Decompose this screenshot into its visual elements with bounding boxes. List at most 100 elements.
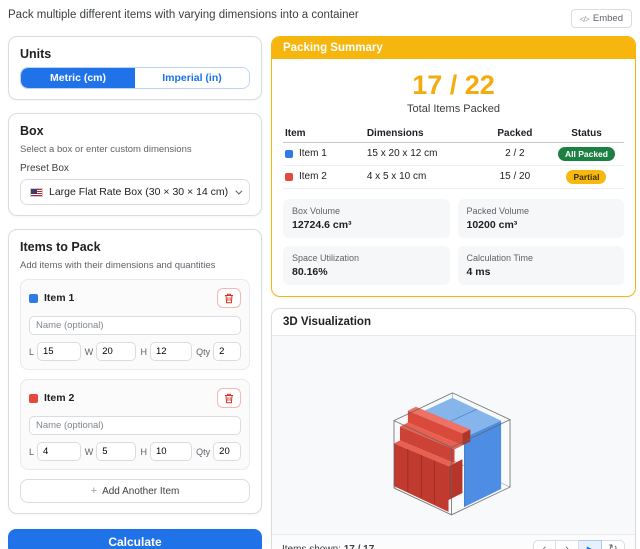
box-card: Box Select a box or enter custom dimensi… — [8, 113, 262, 216]
item1-delete-button[interactable] — [217, 288, 241, 308]
item2-name-input[interactable] — [29, 416, 241, 435]
height-label: H — [140, 347, 147, 357]
packing-calculator-page: Pack multiple different items with varyi… — [0, 0, 640, 549]
items-to-pack-card: Items to Pack Add items with their dimen… — [8, 229, 262, 514]
item1-qty-input[interactable] — [213, 342, 241, 361]
stat-packed-volume: Packed Volume 10200 cm³ — [458, 199, 625, 238]
units-card: Units Metric (cm) Imperial (in) — [8, 36, 262, 100]
add-another-item-label: Add Another Item — [102, 486, 179, 497]
row1-dimensions: 15 x 20 x 12 cm — [365, 142, 481, 165]
visualization-card: 3D Visualization — [271, 308, 636, 549]
embed-button[interactable]: </> Embed — [571, 9, 632, 28]
item2-title: Item 2 — [44, 392, 211, 404]
next-step-button[interactable]: › — [556, 540, 579, 549]
embed-button-label: Embed — [593, 13, 623, 24]
status-badge: Partial — [566, 170, 606, 184]
stat-value: 4 ms — [467, 266, 616, 278]
add-another-item-button[interactable]: + Add Another Item — [20, 479, 250, 503]
table-row: Item 1 15 x 20 x 12 cm 2 / 2 All Packed — [283, 142, 624, 165]
item2-color-swatch — [29, 394, 38, 403]
row1-item: Item 1 — [299, 148, 327, 159]
visualization-canvas[interactable] — [272, 336, 635, 534]
page-title: Pack multiple different items with varyi… — [8, 9, 359, 21]
items-shown-label: Items shown: — [282, 544, 341, 549]
item2-delete-button[interactable] — [217, 388, 241, 408]
imperial-toggle-button[interactable]: Imperial (in) — [135, 68, 249, 88]
packed-box-3d-render — [272, 336, 635, 534]
status-badge: All Packed — [558, 147, 615, 161]
packing-summary-header: Packing Summary — [272, 37, 635, 59]
box-title: Box — [20, 124, 250, 138]
item1-width-input[interactable] — [96, 342, 136, 361]
reset-view-button[interactable]: ↻ — [602, 540, 625, 549]
width-label: W — [85, 347, 94, 357]
plus-icon: + — [91, 485, 97, 497]
item1-title: Item 1 — [44, 292, 211, 304]
preset-box-label: Preset Box — [20, 163, 250, 174]
summary-table: Item Dimensions Packed Status Item 1 15 … — [283, 125, 624, 189]
stat-label: Space Utilization — [292, 253, 441, 263]
box-subtitle: Select a box or enter custom dimensions — [20, 144, 250, 155]
metric-toggle-button[interactable]: Metric (cm) — [21, 68, 135, 88]
item2-width-input[interactable] — [96, 442, 136, 461]
viz-controls: ‹ › ▶ ↻ — [533, 540, 625, 549]
preset-box-select[interactable]: Large Flat Rate Box (30 × 30 × 14 cm) — [20, 179, 250, 205]
items-subtitle: Add items with their dimensions and quan… — [20, 260, 250, 271]
us-flag-icon — [30, 188, 43, 197]
stat-value: 12724.6 cm³ — [292, 219, 441, 231]
length-label: L — [29, 347, 34, 357]
item1-name-input[interactable] — [29, 316, 241, 335]
width-label: W — [85, 447, 94, 457]
table-row: Item 2 4 x 5 x 10 cm 15 / 20 Partial — [283, 165, 624, 188]
item2-height-input[interactable] — [150, 442, 192, 461]
stat-label: Packed Volume — [467, 206, 616, 216]
item2-qty-input[interactable] — [213, 442, 241, 461]
item2-color-swatch — [285, 173, 293, 181]
stat-space-utilization: Space Utilization 80.16% — [283, 246, 450, 285]
settings-column: Units Metric (cm) Imperial (in) Box Sele… — [8, 36, 262, 549]
col-status: Status — [549, 125, 624, 143]
visualization-footer: Items shown: 17 / 17 ‹ › ▶ ↻ — [272, 534, 635, 549]
item1-length-input[interactable] — [37, 342, 81, 361]
results-column: Packing Summary 17 / 22 Total Items Pack… — [271, 36, 636, 549]
total-packed-count: 17 / 22 — [283, 71, 624, 101]
items-title: Items to Pack — [20, 240, 250, 254]
visualization-title: 3D Visualization — [272, 309, 635, 336]
units-toggle: Metric (cm) Imperial (in) — [20, 67, 250, 89]
height-label: H — [140, 447, 147, 457]
stat-calculation-time: Calculation Time 4 ms — [458, 246, 625, 285]
units-title: Units — [20, 47, 250, 61]
trash-icon — [224, 293, 234, 304]
stat-value: 80.16% — [292, 266, 441, 278]
col-dimensions: Dimensions — [365, 125, 481, 143]
chevron-down-icon — [235, 187, 242, 194]
item2-length-input[interactable] — [37, 442, 81, 461]
stat-label: Box Volume — [292, 206, 441, 216]
row2-item: Item 2 — [299, 171, 327, 182]
row2-packed: 15 / 20 — [481, 165, 549, 188]
items-shown-value: 17 / 17 — [344, 544, 375, 549]
qty-label: Qty — [196, 347, 210, 357]
stat-value: 10200 cm³ — [467, 219, 616, 231]
col-packed: Packed — [481, 125, 549, 143]
stat-box-volume: Box Volume 12724.6 cm³ — [283, 199, 450, 238]
item-panel-1: Item 1 L W H Qty — [20, 279, 250, 370]
stats-grid: Box Volume 12724.6 cm³ Packed Volume 102… — [283, 199, 624, 285]
item-panel-2: Item 2 L W H Qty — [20, 379, 250, 470]
stat-label: Calculation Time — [467, 253, 616, 263]
length-label: L — [29, 447, 34, 457]
qty-label: Qty — [196, 447, 210, 457]
prev-step-button[interactable]: ‹ — [533, 540, 556, 549]
top-bar: Pack multiple different items with varyi… — [8, 7, 636, 36]
total-packed-caption: Total Items Packed — [283, 103, 624, 115]
play-button[interactable]: ▶ — [579, 540, 602, 549]
item1-color-swatch — [285, 150, 293, 158]
calculate-button[interactable]: Calculate — [8, 529, 262, 549]
preset-box-value: Large Flat Rate Box (30 × 30 × 14 cm) — [49, 186, 229, 198]
code-icon: </> — [580, 14, 589, 24]
item1-height-input[interactable] — [150, 342, 192, 361]
row1-packed: 2 / 2 — [481, 142, 549, 165]
packing-summary-card: Packing Summary 17 / 22 Total Items Pack… — [271, 36, 636, 297]
row2-dimensions: 4 x 5 x 10 cm — [365, 165, 481, 188]
trash-icon — [224, 393, 234, 404]
